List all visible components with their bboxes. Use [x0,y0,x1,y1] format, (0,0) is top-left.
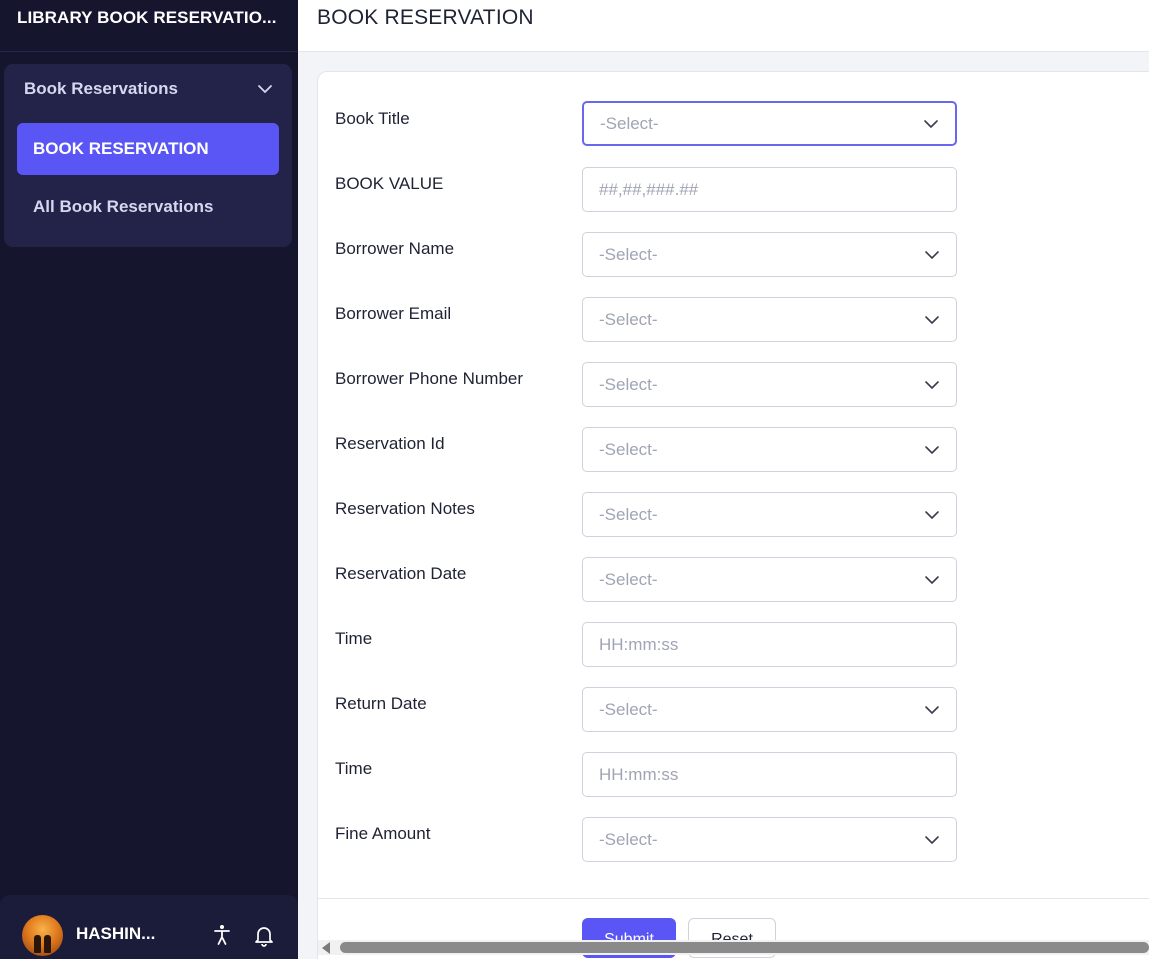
reservation-notes-select[interactable]: -Select- [582,492,957,537]
horizontal-scrollbar[interactable] [318,940,1149,955]
sidebar-item-book-reservation[interactable]: BOOK RESERVATION [17,123,279,175]
borrower-name-label: Borrower Name [335,239,455,258]
sidebar-item-label: BOOK RESERVATION [33,139,209,158]
chevron-down-icon [258,85,272,93]
top-bar: BOOK RESERVATION [298,0,1149,52]
user-name[interactable]: HASHIN... [76,924,155,944]
chevron-down-icon [925,575,939,584]
chevron-down-icon [925,445,939,454]
reservation-id-label: Reservation Id [335,434,445,453]
avatar[interactable] [22,915,63,956]
fine-amount-label: Fine Amount [335,824,431,843]
fine-amount-select[interactable]: -Select- [582,817,957,862]
chevron-down-icon [925,835,939,844]
menu-group-label: Book Reservations [24,79,178,98]
select-placeholder: -Select- [599,439,658,459]
page-title: BOOK RESERVATION [317,6,534,29]
return-time-input[interactable] [582,752,957,797]
return-time-label: Time [335,759,373,778]
chevron-down-icon [925,315,939,324]
reservation-time-label: Time [335,629,373,648]
reservation-time-input[interactable] [582,622,957,667]
menu-group-book-reservations: Book Reservations BOOK RESERVATION All B… [4,64,292,247]
chevron-down-icon [925,510,939,519]
sidebar-item-label: All Book Reservations [33,197,214,216]
borrower-name-select[interactable]: -Select- [582,232,957,277]
select-placeholder: -Select- [599,569,658,589]
borrower-phone-select[interactable]: -Select- [582,362,957,407]
select-placeholder: -Select- [599,374,658,394]
chevron-down-icon [925,250,939,259]
select-placeholder: -Select- [599,244,658,264]
borrower-email-select[interactable]: -Select- [582,297,957,342]
book-value-input[interactable] [582,167,957,212]
sidebar-item-all-book-reservations[interactable]: All Book Reservations [17,182,279,232]
scrollbar-thumb[interactable] [340,942,1149,953]
borrower-email-label: Borrower Email [335,304,452,323]
user-bar: HASHIN... [0,895,298,959]
chevron-down-icon [925,380,939,389]
select-placeholder: -Select- [599,699,658,719]
select-placeholder: -Select- [599,309,658,329]
select-placeholder: -Select- [599,504,658,524]
chevron-down-icon [925,705,939,714]
reservation-date-select[interactable]: -Select- [582,557,957,602]
menu-group-header[interactable]: Book Reservations [4,64,292,114]
book-title-select[interactable]: -Select- [582,101,957,146]
book-value-label: BOOK VALUE [335,174,444,193]
borrower-phone-label: Borrower Phone Number [335,369,524,388]
reservation-id-select[interactable]: -Select- [582,427,957,472]
card-divider [318,898,1149,899]
sidebar: LIBRARY BOOK RESERVATIO... Book Reservat… [0,0,298,959]
accessibility-icon[interactable] [210,923,234,947]
select-placeholder: -Select- [599,829,658,849]
return-date-select[interactable]: -Select- [582,687,957,732]
app-title: LIBRARY BOOK RESERVATIO... [0,0,298,52]
reservation-date-label: Reservation Date [335,564,467,583]
chevron-down-icon [924,119,938,128]
scroll-left-arrow-icon[interactable] [322,942,330,954]
book-title-label: Book Title [335,109,410,128]
select-placeholder: -Select- [600,113,659,133]
return-date-label: Return Date [335,694,427,713]
reservation-notes-label: Reservation Notes [335,499,475,518]
bell-icon[interactable] [252,923,276,947]
